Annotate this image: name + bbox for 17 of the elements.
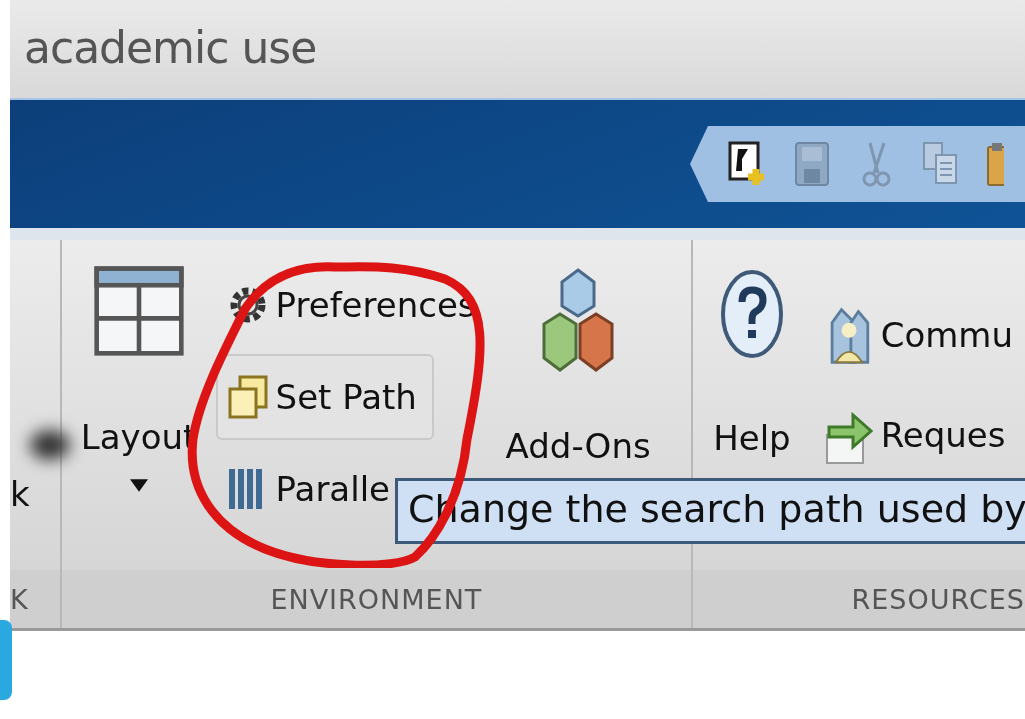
folders-icon [227, 375, 268, 419]
layout-button[interactable]: Layout [83, 265, 194, 492]
copy-icon[interactable] [920, 141, 960, 187]
set-path-button[interactable]: Set Path [215, 354, 434, 440]
section-label: ENVIRONMENT [61, 570, 692, 628]
save-icon[interactable] [792, 141, 832, 187]
section-label: RESOURCES [693, 570, 1025, 628]
toolstrip-button[interactable]: k [10, 474, 30, 514]
cubes-icon [542, 268, 615, 374]
caret-icon [129, 479, 148, 492]
window-title: academic use [10, 0, 1025, 98]
help-button[interactable]: Help [713, 268, 791, 458]
clipboard-icon[interactable] [984, 141, 1004, 187]
community-button[interactable]: Commu [812, 290, 1025, 380]
smudge-mark [30, 430, 70, 460]
section-label: K [10, 570, 60, 628]
add-ons-button[interactable]: Add-Ons [505, 268, 651, 466]
